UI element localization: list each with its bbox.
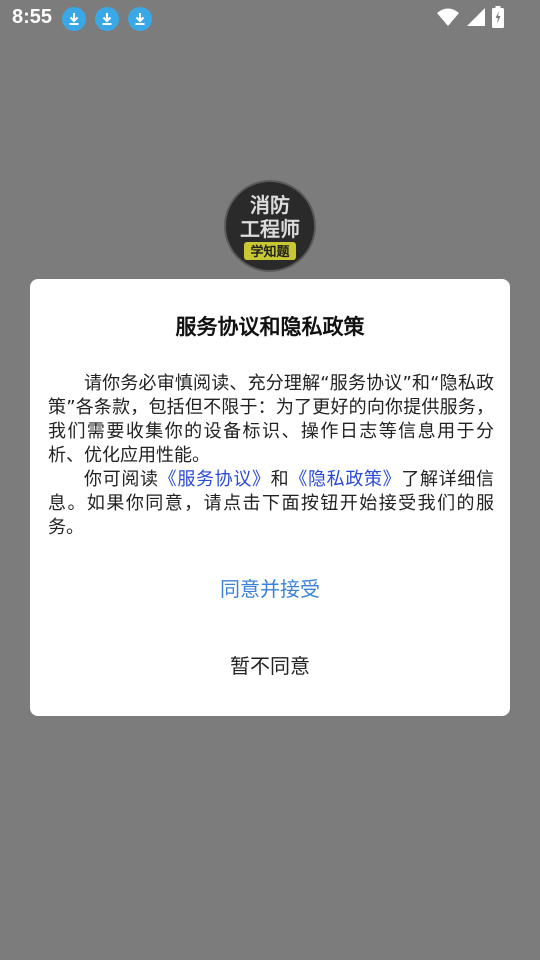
status-icons xyxy=(436,6,504,32)
download-icon xyxy=(128,7,152,31)
app-logo: 消防 工程师 学知题 xyxy=(224,180,316,272)
p2-middle: 和 xyxy=(270,469,290,490)
privacy-policy-link[interactable]: 《隐私政策》 xyxy=(289,469,401,490)
battery-charging-icon xyxy=(492,6,504,32)
logo-line2: 工程师 xyxy=(240,217,300,241)
dialog-paragraph-2: 你可阅读《服务协议》和《隐私政策》了解详细信息。如果你同意，请点击下面按钮开始接… xyxy=(48,468,494,540)
download-icon xyxy=(62,7,86,31)
signal-icon xyxy=(466,7,486,31)
privacy-dialog: 服务协议和隐私政策 请你务必审慎阅读、充分理解“服务协议”和“隐私政策”各条款，… xyxy=(30,279,510,716)
logo-line1: 消防 xyxy=(250,193,290,217)
status-time: 8:55 xyxy=(12,6,53,28)
dialog-body: 请你务必审慎阅读、充分理解“服务协议”和“隐私政策”各条款，包括但不限于：为了更… xyxy=(48,372,494,540)
dialog-title: 服务协议和隐私政策 xyxy=(175,315,365,339)
wifi-icon xyxy=(436,7,460,31)
download-icon xyxy=(95,7,119,31)
status-bar: 8:55 xyxy=(0,0,540,36)
logo-line3: 学知题 xyxy=(250,244,290,260)
service-agreement-link[interactable]: 《服务协议》 xyxy=(159,469,271,490)
p2-prefix: 你可阅读 xyxy=(84,469,159,490)
dialog-paragraph-1: 请你务必审慎阅读、充分理解“服务协议”和“隐私政策”各条款，包括但不限于：为了更… xyxy=(48,373,494,466)
decline-button[interactable]: 暂不同意 xyxy=(30,646,510,686)
agree-button[interactable]: 同意并接受 xyxy=(30,569,510,609)
